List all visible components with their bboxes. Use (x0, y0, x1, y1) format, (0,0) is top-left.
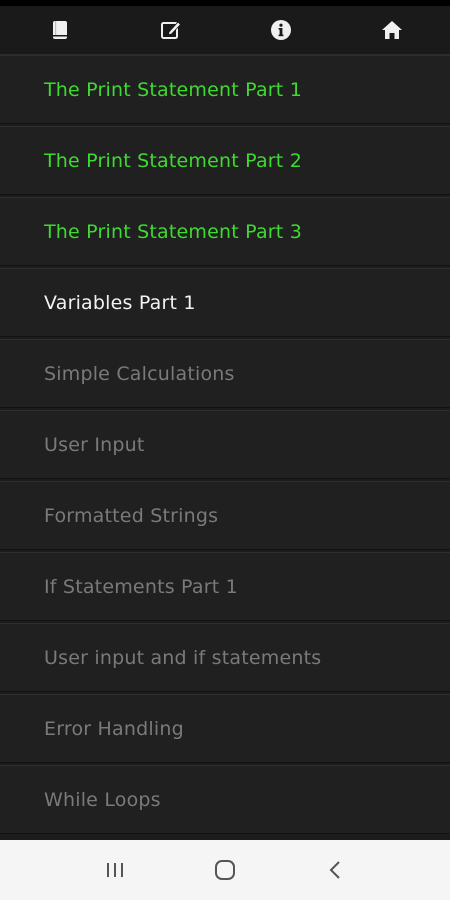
lesson-item[interactable]: User Input (0, 410, 450, 479)
lesson-item[interactable]: Simple Calculations (0, 339, 450, 408)
system-navigation-bar (0, 840, 450, 900)
lesson-item[interactable]: User input and if statements (0, 623, 450, 692)
info-icon[interactable] (269, 18, 293, 42)
lesson-item[interactable]: The Print Statement Part 3 (0, 197, 450, 266)
recent-apps-icon[interactable] (95, 850, 135, 890)
lesson-item[interactable]: Error Handling (0, 694, 450, 763)
lesson-item[interactable]: If Statements Part 1 (0, 552, 450, 621)
lesson-item[interactable]: Formatted Strings (0, 481, 450, 550)
home-icon[interactable] (380, 18, 404, 42)
lesson-item[interactable]: While Loops (0, 765, 450, 834)
back-icon[interactable] (315, 850, 355, 890)
lesson-item[interactable]: Variables Part 1 (0, 268, 450, 337)
lesson-item[interactable]: The Print Statement Part 1 (0, 55, 450, 124)
app-screen: The Print Statement Part 1 The Print Sta… (0, 0, 450, 900)
edit-icon[interactable] (159, 18, 183, 42)
top-toolbar (0, 6, 450, 55)
lesson-item[interactable]: The Print Statement Part 2 (0, 126, 450, 195)
book-icon[interactable] (48, 18, 72, 42)
home-button-icon[interactable] (205, 850, 245, 890)
lesson-list: The Print Statement Part 1 The Print Sta… (0, 55, 450, 836)
